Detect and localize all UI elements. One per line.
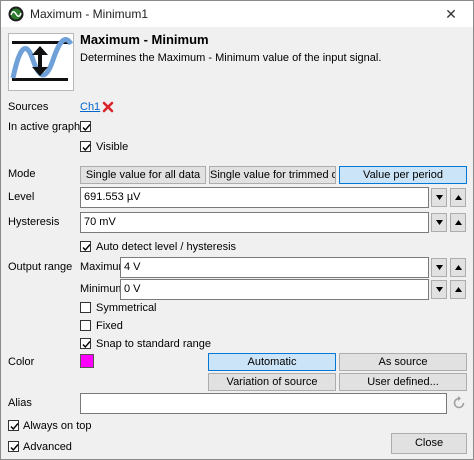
level-label: Level <box>8 191 35 203</box>
mode-single-all-button[interactable]: Single value for all data <box>80 166 206 184</box>
always-on-top-label: Always on top <box>23 420 92 432</box>
maximum-increment-button[interactable] <box>450 258 466 277</box>
triangle-up-icon <box>455 287 462 292</box>
snap-checkbox[interactable] <box>80 338 91 349</box>
color-swatch[interactable] <box>80 354 94 368</box>
level-input[interactable]: 691.553 µV <box>80 187 429 208</box>
always-on-top-checkbox[interactable] <box>8 420 19 431</box>
minimum-increment-button[interactable] <box>450 280 466 299</box>
level-decrement-button[interactable] <box>431 188 447 207</box>
in-active-graph-checkbox[interactable] <box>80 121 91 132</box>
red-x-remove-icon[interactable] <box>102 101 114 116</box>
triangle-up-icon <box>455 265 462 270</box>
snap-label: Snap to standard range <box>96 338 211 350</box>
color-variation-button[interactable]: Variation of source <box>208 373 336 391</box>
max-min-waveform-icon <box>8 33 74 91</box>
window-close-button[interactable]: ✕ <box>429 1 473 27</box>
triangle-down-icon <box>436 265 443 270</box>
hysteresis-label: Hysteresis <box>8 216 60 228</box>
advanced-label: Advanced <box>23 441 72 453</box>
title-bar: Maximum - Minimum1 ✕ <box>1 1 473 27</box>
auto-detect-checkbox[interactable] <box>80 241 91 252</box>
source-ch1-link[interactable]: Ch1 <box>80 101 100 113</box>
fixed-checkbox[interactable] <box>80 320 91 331</box>
output-range-label: Output range <box>8 261 73 273</box>
waveform-app-icon <box>8 6 24 22</box>
advanced-checkbox[interactable] <box>8 441 19 452</box>
level-increment-button[interactable] <box>450 188 466 207</box>
hysteresis-increment-button[interactable] <box>450 213 466 232</box>
visible-label: Visible <box>96 141 129 153</box>
minimum-label: Minimum <box>80 283 125 295</box>
color-label: Color <box>8 356 35 368</box>
maximum-decrement-button[interactable] <box>431 258 447 277</box>
header-title: Maximum - Minimum <box>80 32 209 47</box>
auto-detect-label: Auto detect level / hysteresis <box>96 241 237 253</box>
alias-input[interactable] <box>80 393 447 414</box>
triangle-up-icon <box>455 220 462 225</box>
color-as-source-button[interactable]: As source <box>339 353 467 371</box>
close-button[interactable]: Close <box>391 433 467 454</box>
symmetrical-checkbox[interactable] <box>80 302 91 313</box>
triangle-down-icon <box>436 287 443 292</box>
sources-label: Sources <box>8 101 49 113</box>
triangle-down-icon <box>436 220 443 225</box>
hysteresis-decrement-button[interactable] <box>431 213 447 232</box>
in-active-graph-label: In active graph <box>8 121 81 133</box>
hysteresis-input[interactable]: 70 mV <box>80 212 429 233</box>
header-description: Determines the Maximum - Minimum value o… <box>80 52 382 64</box>
refresh-icon[interactable] <box>451 395 467 414</box>
dialog-window: Maximum - Minimum1 ✕ Maximum - Minimum D… <box>0 0 474 460</box>
minimum-decrement-button[interactable] <box>431 280 447 299</box>
symmetrical-label: Symmetrical <box>96 302 157 314</box>
triangle-down-icon <box>436 195 443 200</box>
color-automatic-button[interactable]: Automatic <box>208 353 336 371</box>
mode-label: Mode <box>8 168 36 180</box>
maximum-input[interactable]: 4 V <box>120 257 429 278</box>
fixed-label: Fixed <box>96 320 123 332</box>
color-user-defined-button[interactable]: User defined... <box>339 373 467 391</box>
mode-value-per-period-button[interactable]: Value per period <box>339 166 467 184</box>
minimum-input[interactable]: 0 V <box>120 279 429 300</box>
mode-single-trimmed-button[interactable]: Single value for trimmed data <box>209 166 336 184</box>
triangle-up-icon <box>455 195 462 200</box>
alias-label: Alias <box>8 397 32 409</box>
window-title: Maximum - Minimum1 <box>30 7 149 21</box>
visible-checkbox[interactable] <box>80 141 91 152</box>
